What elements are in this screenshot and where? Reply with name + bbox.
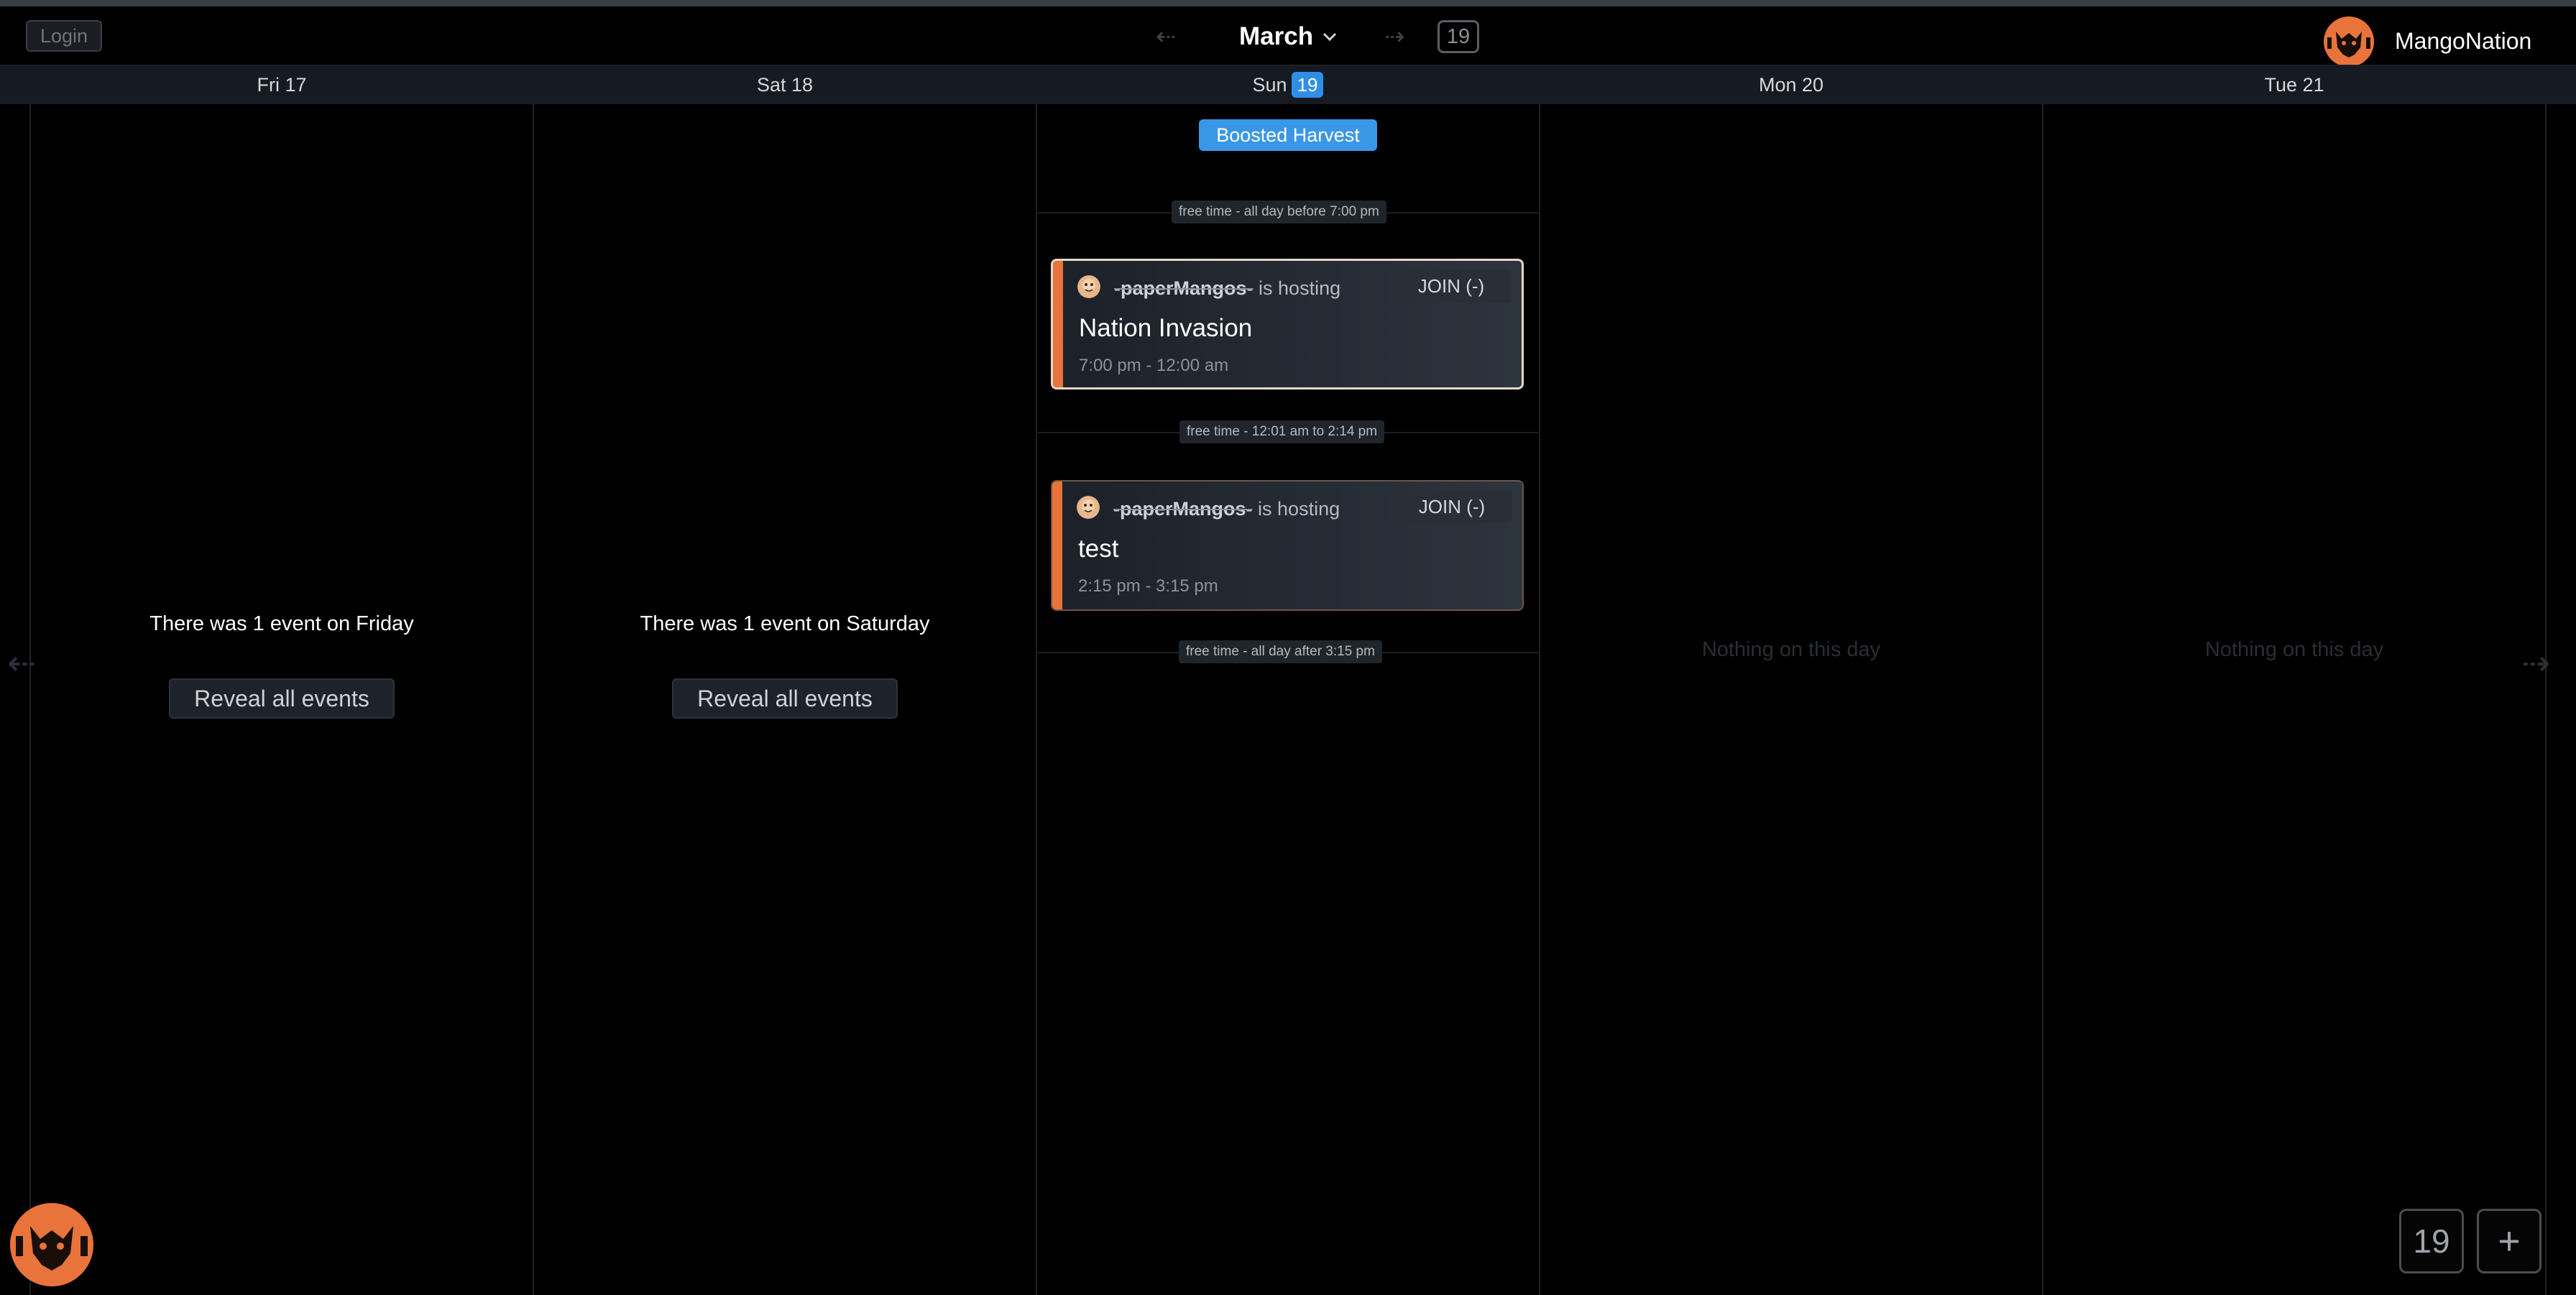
empty-day-mon: Nothing on this day: [1701, 638, 1881, 661]
hosting-text: is hosting: [1259, 277, 1341, 299]
brand-name[interactable]: MangoNation: [2395, 27, 2531, 55]
host-name[interactable]: -paperMangos-: [1114, 277, 1254, 299]
event-card-test[interactable]: -paperMangos- is hosting JOIN (-) test 2…: [1051, 480, 1524, 611]
day-header-tue: Tue 21: [2264, 74, 2324, 96]
add-event-button[interactable]: +: [2477, 1209, 2542, 1273]
column-divider: [2545, 103, 2547, 1295]
hosting-text: is hosting: [1258, 498, 1340, 520]
join-button[interactable]: JOIN (-): [1391, 269, 1512, 303]
prev-month-arrow-icon[interactable]: ⇠: [1156, 22, 1177, 51]
today-number-badge: 19: [1291, 71, 1324, 98]
free-time-label: free time - 12:01 am to 2:14 pm: [1179, 420, 1385, 443]
jump-to-today-button[interactable]: 19: [2399, 1209, 2464, 1273]
reveal-events-button-sat[interactable]: Reveal all events: [672, 678, 898, 719]
boosted-harvest-badge[interactable]: Boosted Harvest: [1199, 119, 1377, 151]
mango-nation-corner-logo-icon[interactable]: [9, 1202, 95, 1288]
column-divider: [1036, 103, 1037, 1295]
today-date-badge[interactable]: 19: [1438, 20, 1479, 53]
day-header-mon: Mon 20: [1758, 74, 1824, 96]
column-divider: [533, 103, 534, 1295]
host-avatar-icon: [1077, 496, 1100, 519]
event-card-nation-invasion[interactable]: -paperMangos- is hosting JOIN (-) Nation…: [1051, 259, 1524, 390]
host-avatar-icon: [1077, 275, 1100, 298]
column-divider: [2042, 103, 2043, 1295]
host-line: -paperMangos- is hosting: [1114, 275, 1340, 301]
day-summary-fri: There was 1 event on Friday: [150, 612, 414, 635]
day-header-sat: Sat 18: [756, 74, 814, 96]
host-line: -paperMangos- is hosting: [1113, 496, 1340, 522]
next-month-arrow-icon[interactable]: ⇢: [1384, 22, 1405, 51]
event-accent-bar: [1053, 261, 1063, 387]
day-header-sun: Sun 19: [1036, 65, 1540, 104]
chevron-down-icon[interactable]: [1320, 21, 1340, 52]
top-bar: Login ⇠ March ⇢ 19 MangoNation: [0, 0, 2576, 68]
mango-nation-logo-icon[interactable]: [2323, 16, 2375, 68]
next-days-arrow-icon[interactable]: ⇢: [2521, 644, 2550, 684]
login-button[interactable]: Login: [26, 20, 102, 52]
column-divider: [29, 103, 31, 1295]
free-time-label: free time - all day after 3:15 pm: [1179, 640, 1382, 663]
reveal-events-button-fri[interactable]: Reveal all events: [169, 678, 395, 719]
event-time: 7:00 pm - 12:00 am: [1079, 356, 1229, 375]
join-button[interactable]: JOIN (-): [1392, 490, 1512, 523]
host-name[interactable]: -paperMangos-: [1113, 498, 1253, 520]
empty-day-tue: Nothing on this day: [2204, 638, 2384, 661]
event-time: 2:15 pm - 3:15 pm: [1078, 576, 1218, 596]
day-header-sun-label: Sun: [1252, 74, 1287, 96]
free-time-label: free time - all day before 7:00 pm: [1172, 201, 1386, 223]
event-title: Nation Invasion: [1079, 314, 1253, 342]
day-header-row: Fri 17 Sat 18 Sun 19 Mon 20 Tue 21: [0, 65, 2576, 104]
day-summary-sat: There was 1 event on Saturday: [640, 612, 930, 635]
prev-days-arrow-icon[interactable]: ⇠: [7, 644, 36, 684]
event-accent-bar: [1052, 481, 1062, 609]
column-divider: [1539, 103, 1540, 1295]
day-header-fri: Fri 17: [257, 74, 307, 96]
month-title[interactable]: March: [1239, 21, 1313, 52]
event-title: test: [1078, 535, 1119, 563]
